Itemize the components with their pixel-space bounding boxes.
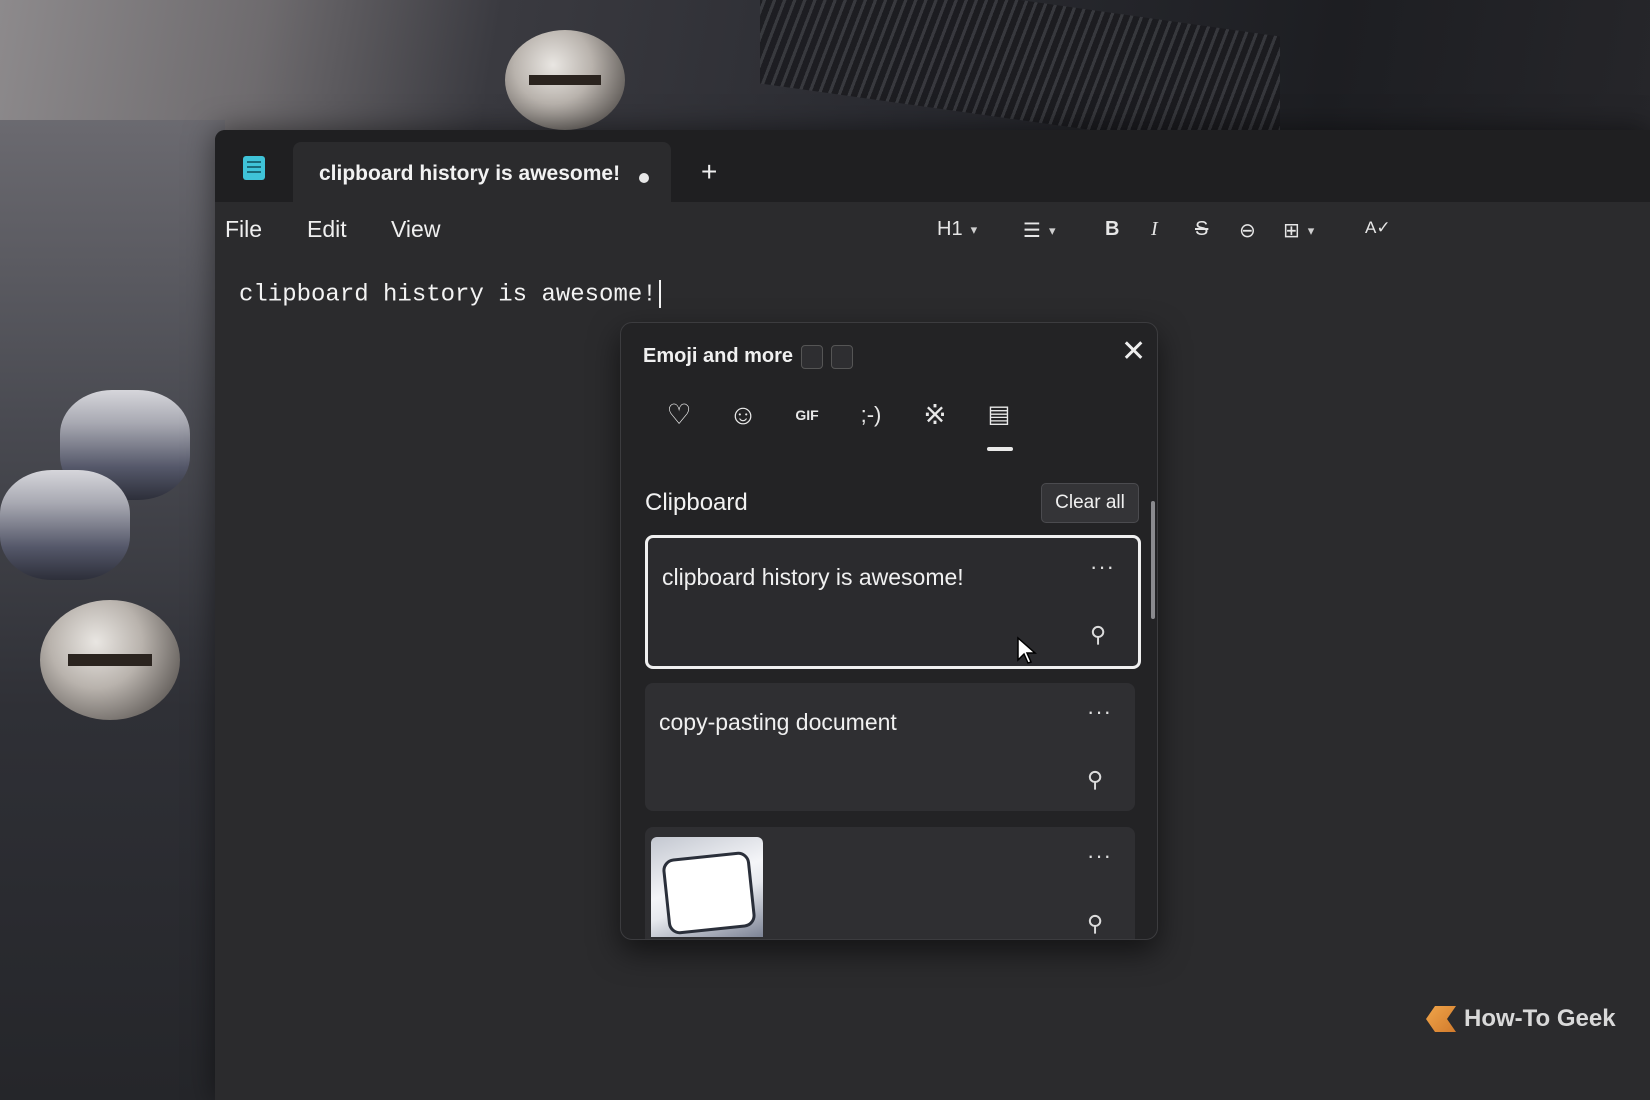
panel-title: Emoji and more — [643, 345, 794, 367]
text-caret — [658, 280, 661, 308]
bold-icon[interactable]: B — [1105, 218, 1119, 241]
clipboard-item-text: copy-pasting document — [659, 709, 897, 735]
pin-icon[interactable]: ⚲ — [1087, 911, 1103, 937]
clipboard-item[interactable]: clipboard history is awesome! ··· ⚲ — [645, 535, 1141, 669]
menu-view[interactable]: View — [391, 216, 440, 243]
more-options-icon[interactable]: ··· — [1087, 843, 1112, 869]
background-capacitor — [0, 470, 130, 580]
pin-icon[interactable]: ⚲ — [1087, 767, 1103, 793]
document-tab[interactable]: clipboard history is awesome! — [293, 142, 671, 202]
close-icon[interactable]: ✕ — [1121, 337, 1146, 367]
tab-title: clipboard history is awesome! — [319, 162, 621, 185]
clipboard-item[interactable]: copy-pasting document ··· ⚲ — [645, 683, 1135, 811]
title-bar: clipboard history is awesome! + — [215, 130, 1650, 202]
menu-bar: File Edit View H1 ▾ ☰ ▾ B I S ⊖ ⊞ ▾ A✓ — [215, 202, 1650, 256]
unsaved-indicator-icon[interactable] — [639, 173, 649, 183]
background-screw — [40, 600, 180, 720]
clipboard-icon[interactable]: ▤ — [979, 395, 1019, 435]
list-icon: ☰ — [1023, 220, 1041, 242]
chevron-down-icon: ▾ — [970, 221, 978, 237]
editor-content[interactable]: clipboard history is awesome! — [239, 280, 661, 308]
strikethrough-icon[interactable]: S — [1195, 218, 1208, 241]
link-icon[interactable]: ⊖ — [1239, 218, 1256, 243]
heading-label: H1 — [937, 218, 963, 240]
category-tabs: ♡ ☺ GIF ;-) ※ ▤ — [659, 395, 1019, 455]
watermark-text: How-To Geek — [1464, 1005, 1616, 1032]
emoji-panel: Emoji and more ✕ ♡ ☺ GIF ;-) ※ ▤ Clipboa… — [620, 322, 1158, 940]
favorites-icon[interactable]: ♡ — [659, 395, 699, 435]
chevron-down-icon: ▾ — [1307, 222, 1315, 238]
table-dropdown[interactable]: ⊞ ▾ — [1283, 218, 1314, 243]
table-icon: ⊞ — [1283, 220, 1300, 242]
how-to-geek-logo-icon — [1426, 1006, 1456, 1032]
kaomoji-icon[interactable]: ;-) — [851, 395, 891, 435]
list-dropdown[interactable]: ☰ ▾ — [1023, 218, 1055, 243]
notepad-icon — [243, 156, 265, 180]
watermark: How-To Geek — [1426, 1005, 1616, 1033]
more-options-icon[interactable]: ··· — [1090, 554, 1115, 580]
more-options-icon[interactable]: ··· — [1087, 699, 1112, 725]
menu-edit[interactable]: Edit — [307, 216, 347, 243]
gif-icon[interactable]: GIF — [787, 395, 827, 435]
new-tab-button[interactable]: + — [701, 158, 717, 186]
heading-dropdown[interactable]: H1 ▾ — [937, 218, 977, 241]
editor-text: clipboard history is awesome! — [239, 281, 657, 309]
spellcheck-icon[interactable]: A✓ — [1365, 218, 1391, 238]
emoji-icon[interactable]: ☺ — [723, 395, 763, 435]
clipboard-image-thumbnail — [651, 837, 763, 937]
panel-layout-button[interactable] — [801, 345, 823, 369]
menu-file[interactable]: File — [225, 216, 262, 243]
clipboard-item-image[interactable]: ··· ⚲ — [645, 827, 1135, 939]
mouse-pointer-icon — [1017, 636, 1037, 664]
clear-all-button[interactable]: Clear all — [1041, 483, 1139, 523]
background-screw — [505, 30, 625, 130]
panel-keyboard-button[interactable] — [831, 345, 853, 369]
clipboard-heading: Clipboard — [645, 489, 748, 516]
clipboard-item-text: clipboard history is awesome! — [662, 564, 964, 590]
scrollbar[interactable] — [1151, 501, 1155, 619]
active-tab-indicator — [987, 447, 1013, 451]
italic-icon[interactable]: I — [1151, 218, 1158, 241]
symbols-icon[interactable]: ※ — [915, 395, 955, 435]
pin-icon[interactable]: ⚲ — [1090, 622, 1106, 648]
chevron-down-icon: ▾ — [1048, 222, 1056, 238]
